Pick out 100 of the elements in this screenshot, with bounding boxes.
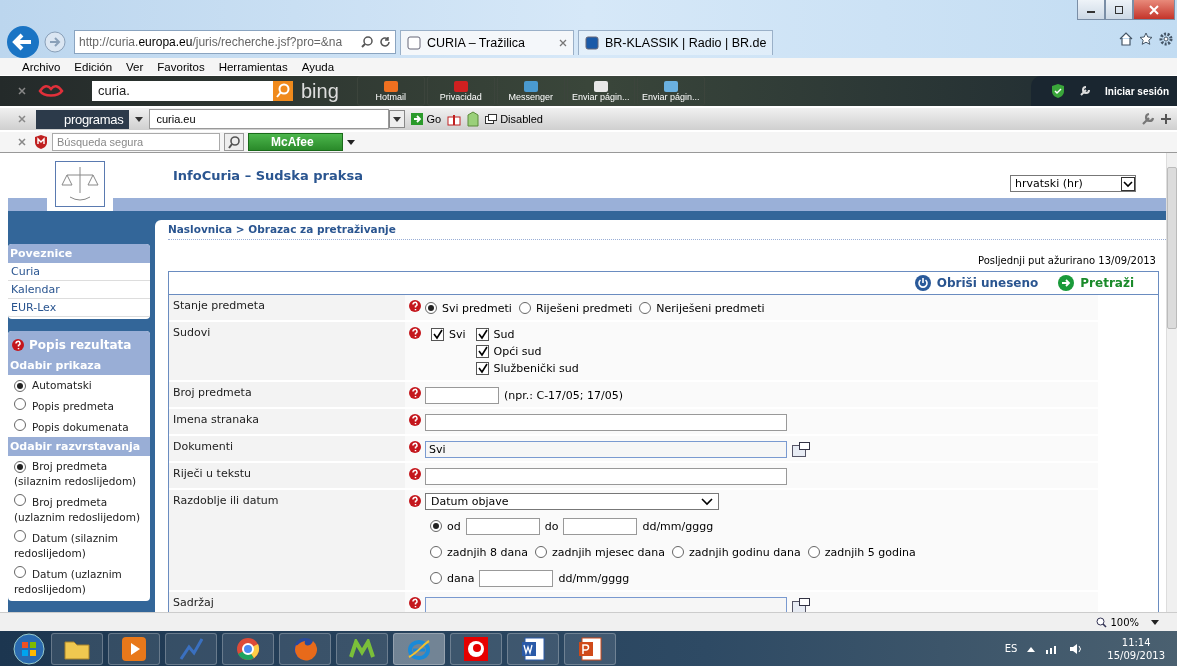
close-icon[interactable] — [18, 87, 26, 95]
restore-button[interactable] — [1105, 0, 1133, 20]
dropdown-button[interactable] — [389, 110, 406, 128]
close-button[interactable] — [1133, 0, 1175, 20]
chrome-browser-icon[interactable] — [222, 632, 274, 665]
refresh-icon[interactable] — [379, 36, 391, 48]
star-icon[interactable] — [1139, 32, 1153, 46]
speaker-icon[interactable] — [1069, 642, 1084, 655]
text-field[interactable] — [425, 386, 499, 404]
toolbar-button[interactable]: Privacidad — [426, 76, 495, 106]
word-icon[interactable] — [507, 632, 559, 665]
close-icon[interactable] — [559, 38, 567, 47]
search-field[interactable]: Búsqueda segura — [52, 133, 220, 151]
picker-field[interactable]: Svi — [425, 440, 787, 458]
radio-option[interactable]: Broj predmeta (uzlaznim redoslijedom) — [8, 491, 150, 527]
checkbox-option[interactable]: Opći sud — [475, 345, 579, 358]
tag-icon[interactable] — [467, 111, 480, 127]
minimize-button[interactable] — [1077, 0, 1105, 20]
sidebar-link[interactable]: Kalendar — [8, 281, 150, 299]
radio-option[interactable]: Broj predmeta (silaznim redoslijedom) — [8, 456, 150, 491]
dropdown-arrow-icon[interactable] — [1151, 619, 1159, 625]
sidebar-link[interactable]: EUR-Lex — [8, 299, 150, 317]
language-indicator[interactable]: ES — [1004, 643, 1018, 654]
gift-icon[interactable] — [447, 112, 462, 126]
back-button[interactable] — [6, 25, 40, 59]
menu-item[interactable]: Ver — [126, 60, 144, 73]
menu-item[interactable]: Favoritos — [157, 60, 205, 73]
menu-item[interactable]: Ayuda — [301, 60, 335, 73]
toolbar-button[interactable]: Hotmail — [356, 76, 425, 106]
menu-item[interactable]: Archivo — [22, 60, 61, 73]
popup-blocker-button[interactable]: Disabled — [485, 113, 543, 125]
radio-option[interactable]: Datum (silaznim redoslijedom) — [8, 527, 150, 563]
help-icon[interactable] — [409, 414, 421, 426]
menu-item[interactable]: Herramientas — [218, 60, 288, 73]
start-button[interactable] — [12, 632, 46, 665]
date-field[interactable] — [465, 517, 540, 535]
home-icon[interactable] — [1119, 32, 1133, 46]
date-field[interactable] — [479, 569, 554, 587]
address-field[interactable]: curia.eu — [149, 109, 390, 129]
checkbox-option[interactable]: Sud — [475, 328, 579, 341]
list-picker-icon[interactable] — [792, 441, 810, 457]
picker-field[interactable] — [425, 596, 787, 612]
close-icon[interactable] — [18, 138, 26, 146]
radio-option[interactable]: Popis predmeta — [8, 395, 150, 416]
sidebar-link[interactable]: Curia — [8, 263, 150, 281]
play-icon[interactable] — [108, 632, 160, 665]
browser-tab[interactable]: BR-KLASSIK | Radio | BR.de — [578, 29, 774, 55]
radio-option[interactable]: Popis dokumenata — [8, 416, 150, 437]
close-icon[interactable] — [18, 115, 26, 123]
help-icon[interactable] — [409, 387, 421, 399]
radio-option[interactable]: Svi predmeti — [425, 301, 512, 315]
firefox-browser-icon[interactable] — [279, 632, 331, 665]
zoom-level[interactable]: 100% — [1096, 616, 1139, 628]
text-field[interactable] — [425, 467, 787, 485]
radio-option[interactable]: zadnjih godinu dana — [672, 545, 801, 559]
add-icon[interactable] — [1161, 114, 1171, 124]
m-logo-icon[interactable] — [336, 632, 388, 665]
clock[interactable]: 11:14 15/09/2013 — [1107, 635, 1165, 662]
sign-in-link[interactable]: Iniciar sesión — [1105, 85, 1169, 97]
radio-button[interactable] — [430, 572, 442, 584]
ie-browser-icon[interactable] — [393, 632, 445, 665]
search-field[interactable]: curia. — [92, 81, 273, 101]
radio-option[interactable]: zadnjih 8 dana — [430, 545, 528, 559]
search-icon[interactable] — [361, 36, 373, 48]
help-icon[interactable] — [409, 495, 421, 507]
help-icon[interactable] — [409, 300, 421, 312]
go-button[interactable]: Go — [411, 113, 442, 125]
checkbox-option[interactable]: Službenički sud — [475, 362, 579, 375]
radio-option[interactable]: zadnjih 5 godina — [807, 545, 916, 559]
period-select[interactable]: Datum objave — [425, 493, 719, 510]
help-icon[interactable] — [409, 327, 421, 339]
radio-option[interactable]: Datum (uzlaznim redoslijedom) — [8, 563, 150, 599]
clear-button[interactable]: Obriši uneseno — [914, 275, 1039, 291]
list-picker-icon[interactable] — [792, 597, 810, 612]
radio-option[interactable]: zadnjih mjesec dana — [535, 545, 666, 559]
help-icon[interactable] — [409, 441, 421, 453]
dropdown-arrow-icon[interactable] — [346, 139, 355, 145]
radio-button[interactable] — [430, 520, 442, 532]
search-button[interactable]: Pretraži — [1058, 275, 1134, 291]
chart-icon[interactable] — [165, 632, 217, 665]
settings-icon[interactable] — [1159, 32, 1173, 46]
radio-option[interactable]: Neriješeni predmeti — [639, 301, 765, 315]
checkbox-option[interactable]: Svi — [431, 328, 466, 341]
folder-icon[interactable] — [51, 632, 103, 665]
vodafone-icon[interactable] — [450, 632, 502, 665]
menu-item[interactable]: Edición — [74, 60, 113, 73]
toolbar-button[interactable]: Enviar págin... — [636, 76, 705, 106]
dropdown-arrow-icon[interactable] — [135, 116, 144, 122]
browser-tab[interactable]: CURIA – Tražilica — [400, 29, 574, 55]
text-field[interactable] — [425, 413, 787, 431]
address-bar[interactable]: http://curia.europa.eu/juris/recherche.jsf?pro=&na — [74, 30, 396, 54]
language-select[interactable]: hrvatski (hr) — [1010, 175, 1136, 192]
search-button[interactable] — [224, 133, 244, 151]
date-field[interactable] — [563, 517, 638, 535]
powerpoint-icon[interactable] — [564, 632, 616, 665]
radio-option[interactable]: Riješeni predmeti — [518, 301, 633, 315]
tray-arrow-icon[interactable] — [1027, 645, 1036, 652]
help-icon[interactable] — [409, 468, 421, 480]
help-icon[interactable] — [409, 597, 421, 609]
radio-option[interactable]: Automatski — [8, 375, 150, 395]
